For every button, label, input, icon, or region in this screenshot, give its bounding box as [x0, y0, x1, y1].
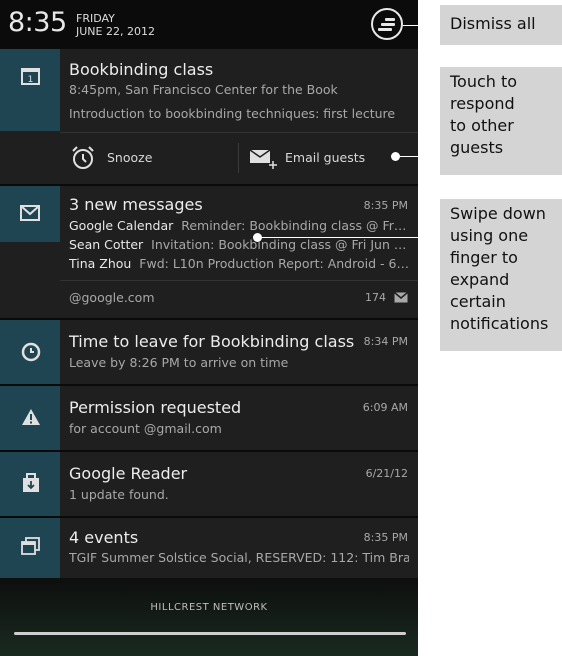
email-add-icon — [249, 149, 277, 169]
dismiss-all-button[interactable] — [371, 8, 403, 40]
message-snippet: Fwd: L10n Production Report: Android - 6… — [139, 256, 409, 271]
notification-title: Google Reader — [69, 464, 188, 483]
gmail-divider — [60, 280, 418, 281]
message-sender: Sean Cotter — [69, 237, 144, 252]
background-home-screen — [0, 570, 418, 656]
notification-time: 6:09 AM — [362, 401, 408, 414]
notification-description: Introduction to bookbinding techniques: … — [69, 106, 396, 121]
clock-icon — [21, 342, 41, 362]
callout-text: Swipe down — [450, 204, 546, 223]
respond-leader-line — [396, 156, 440, 157]
callout-text: guests — [450, 138, 504, 157]
email-guests-label: Email guests — [285, 150, 366, 165]
notification-google-reader[interactable]: Google Reader 6/21/12 1 update found. — [0, 452, 418, 516]
callout-text: respond — [450, 94, 515, 113]
notification-title: 4 events — [69, 528, 139, 547]
svg-text:1: 1 — [28, 75, 34, 85]
message-line: Sean Cotter Invitation: Bookbinding clas… — [69, 237, 409, 253]
callout-touch-to-respond: Touch to respond to other guests — [440, 67, 562, 175]
message-sender: Tina Zhou — [69, 256, 132, 271]
notification-events[interactable]: 4 events 8:35 PM TGIF Summer Solstice So… — [0, 518, 418, 578]
notification-subtitle: 1 update found. — [69, 487, 169, 502]
swipe-leader-line — [258, 237, 440, 238]
notification-permission-requested[interactable]: Permission requested 6:09 AM for account… — [0, 386, 418, 450]
events-icon — [21, 537, 40, 555]
notification-subtitle: Leave by 8:26 PM to arrive on time — [69, 355, 289, 370]
callout-swipe-down: Swipe down using one finger to expand ce… — [440, 199, 562, 351]
calendar-icon: 1 — [21, 68, 40, 85]
notification-time: 6/21/12 — [365, 467, 408, 480]
shade-drag-handle[interactable] — [14, 632, 406, 635]
callout-text: Dismiss all — [450, 14, 536, 33]
notification-detail: 8:45pm, San Francisco Center for the Boo… — [69, 82, 338, 97]
snooze-label: Snooze — [107, 150, 153, 165]
unread-count: 174 — [365, 291, 386, 304]
message-line: Tina Zhou Fwd: L10n Production Report: A… — [69, 256, 409, 272]
notification-gmail[interactable]: 3 new messages 8:35 PM Google Calendar R… — [0, 186, 418, 318]
status-bar: 8:35 FRIDAY JUNE 22, 2012 — [0, 0, 418, 47]
mail-small-icon — [394, 292, 408, 303]
callout-text: notifications — [450, 314, 549, 333]
message-sender: Google Calendar — [69, 218, 174, 233]
notification-shade: 8:35 FRIDAY JUNE 22, 2012 1 Bookbinding … — [0, 0, 418, 656]
message-snippet: Invitation: Bookbinding class @ Fri Jun … — [151, 237, 409, 252]
notification-subtitle: for account @gmail.com — [69, 421, 222, 436]
network-name: HILLCREST NETWORK — [150, 602, 268, 613]
date: JUNE 22, 2012 — [76, 25, 155, 38]
callout-dismiss-all: Dismiss all — [440, 5, 562, 45]
alarm-clock-icon — [72, 146, 94, 169]
gmail-icon — [20, 205, 40, 221]
callout-text: finger to — [450, 248, 518, 267]
message-snippet: Reminder: Bookbinding class @ Fri J... — [181, 218, 409, 233]
notification-title: Time to leave for Bookbinding class — [69, 332, 355, 351]
message-line: Google Calendar Reminder: Bookbinding cl… — [69, 218, 409, 234]
callout-text: using one — [450, 226, 529, 245]
notification-title: 3 new messages — [69, 195, 203, 214]
notification-title: Bookbinding class — [69, 60, 214, 79]
callout-text: certain — [450, 292, 506, 311]
notification-time: 8:34 PM — [363, 335, 408, 348]
dismiss-leader-line — [403, 25, 440, 26]
notification-time: 8:35 PM — [363, 199, 408, 212]
callout-text: to other — [450, 116, 514, 135]
notification-title: Permission requested — [69, 398, 242, 417]
callout-text: expand — [450, 270, 510, 289]
download-bag-icon — [23, 473, 39, 492]
callout-text: Touch to — [450, 72, 518, 91]
notification-subtitle: TGIF Summer Solstice Social, RESERVED: 1… — [69, 550, 409, 565]
notification-time: 8:35 PM — [363, 531, 408, 544]
warning-icon — [22, 409, 40, 425]
notification-bookbinding-class[interactable]: 1 Bookbinding class 8:45pm, San Francisc… — [0, 49, 418, 184]
day-of-week: FRIDAY — [76, 12, 115, 25]
account-name: @google.com — [69, 290, 155, 305]
snooze-button[interactable]: Snooze — [60, 133, 238, 183]
clock: 8:35 — [8, 7, 67, 38]
notification-time-to-leave[interactable]: Time to leave for Bookbinding class 8:34… — [0, 320, 418, 384]
